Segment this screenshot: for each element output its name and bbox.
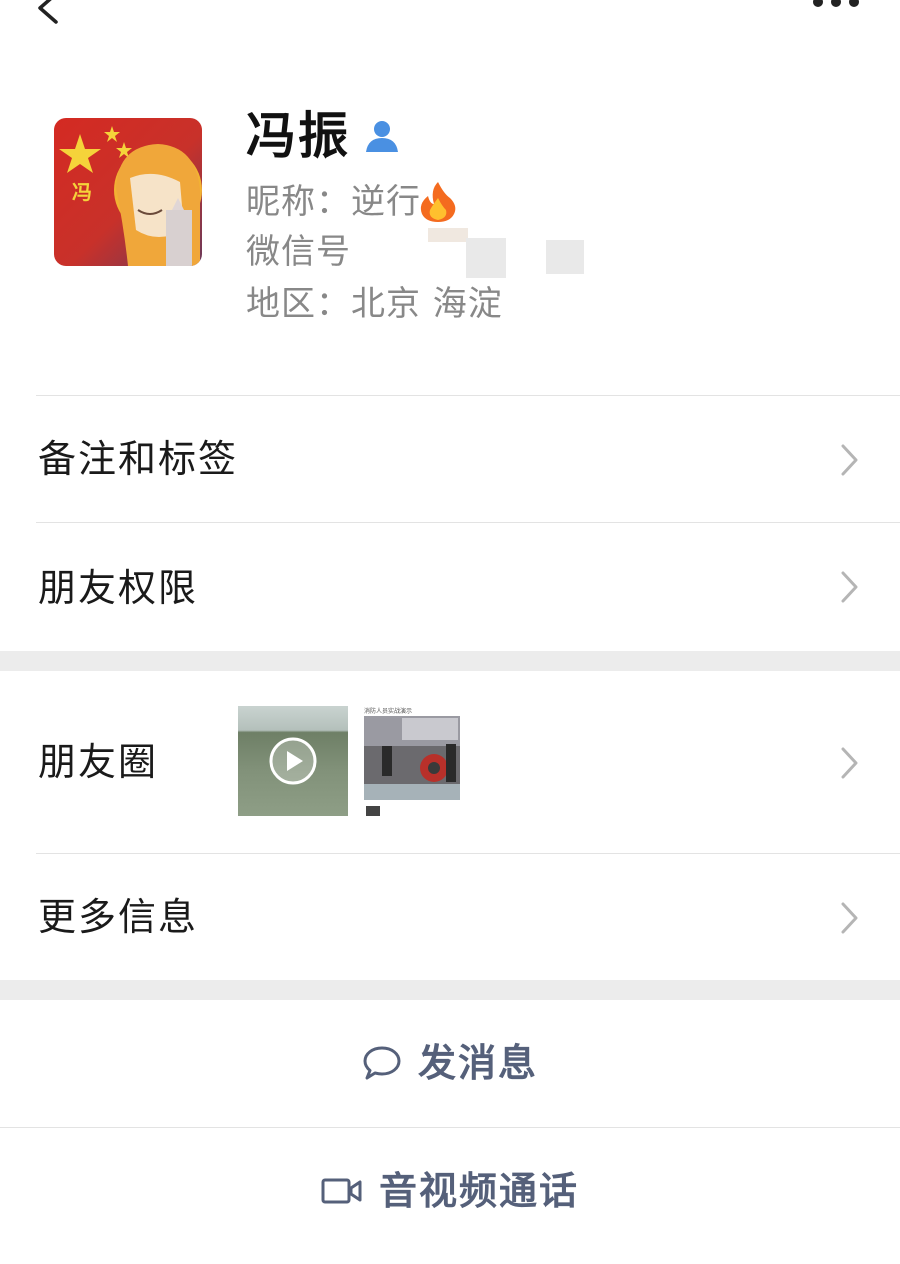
moments-image-thumbnail[interactable]: 消防人员实战演示 bbox=[362, 706, 462, 816]
chevron-right-icon bbox=[841, 902, 858, 934]
video-call-button[interactable]: 音视频通话 bbox=[0, 1128, 900, 1251]
chat-bubble-icon bbox=[363, 1046, 401, 1080]
wechat-id-label: 微信号 bbox=[246, 232, 351, 272]
firefighter-photo bbox=[362, 706, 462, 816]
video-call-label: 音视频通话 bbox=[378, 1169, 579, 1213]
region-text: 地区：北京 海淀 bbox=[246, 284, 503, 324]
chevron-right-icon bbox=[841, 747, 858, 779]
back-arrow-icon[interactable] bbox=[30, 0, 70, 24]
play-icon bbox=[269, 737, 317, 785]
thumbnail-caption: 消防人员实战演示 bbox=[364, 708, 413, 715]
more-options-icon[interactable] bbox=[810, 0, 862, 10]
send-message-button[interactable]: 发消息 bbox=[0, 1000, 900, 1126]
fire-emoji-icon bbox=[420, 182, 456, 222]
redacted-block bbox=[546, 240, 584, 274]
moments-video-thumbnail[interactable] bbox=[238, 706, 348, 816]
avatar-char: 冯 bbox=[72, 180, 92, 204]
chevron-right-icon bbox=[841, 571, 858, 603]
chevron-right-icon bbox=[841, 444, 858, 476]
contact-person-icon bbox=[366, 121, 398, 152]
avatar[interactable]: 冯 bbox=[54, 118, 202, 266]
row-label: 备注和标签 bbox=[38, 437, 239, 481]
profile-name: 冯振 bbox=[246, 107, 350, 165]
row-remarks-tags[interactable]: 备注和标签 bbox=[0, 396, 900, 522]
section-gap bbox=[0, 980, 900, 1000]
row-friend-permissions[interactable]: 朋友权限 bbox=[0, 523, 900, 651]
section-gap bbox=[0, 651, 900, 671]
row-label: 朋友权限 bbox=[38, 566, 199, 610]
row-label: 更多信息 bbox=[38, 895, 199, 939]
redacted-block bbox=[466, 238, 506, 278]
row-more-info[interactable]: 更多信息 bbox=[0, 854, 900, 980]
row-label: 朋友圈 bbox=[38, 740, 159, 784]
send-message-label: 发消息 bbox=[417, 1041, 538, 1085]
nickname-text: 昵称：逆行 bbox=[246, 182, 421, 222]
video-camera-icon bbox=[321, 1178, 362, 1204]
redacted-wechat-id bbox=[428, 228, 468, 242]
